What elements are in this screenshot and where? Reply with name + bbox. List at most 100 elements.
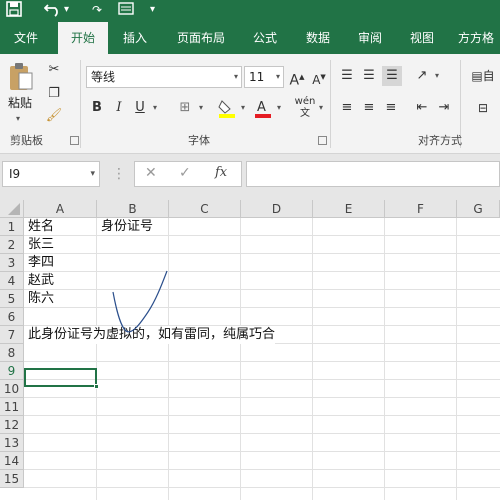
row-header[interactable]: 5 xyxy=(0,290,24,308)
alignment-group-label: 对齐方式 xyxy=(418,134,462,147)
save-icon[interactable] xyxy=(6,1,22,19)
phonetic-dropdown-icon[interactable]: ▾ xyxy=(316,98,326,118)
print-preview-icon[interactable] xyxy=(118,1,134,19)
cell-a3[interactable]: 李四 xyxy=(24,254,54,272)
row-header-selected[interactable]: 9 xyxy=(0,362,24,380)
name-box[interactable]: I9 ▾ xyxy=(2,161,100,187)
paste-dropdown-icon[interactable]: ▾ xyxy=(16,114,20,123)
group-separator xyxy=(330,60,331,148)
insert-function-icon[interactable]: fx xyxy=(215,165,227,180)
row-header[interactable]: 13 xyxy=(0,434,24,452)
row-header[interactable]: 15 xyxy=(0,470,24,488)
tab-page-layout[interactable]: 页面布局 xyxy=(168,22,234,54)
wrap-text-label: 自 xyxy=(482,69,495,83)
phonetic-icon[interactable]: wén 文 xyxy=(294,96,316,120)
font-launcher-icon[interactable] xyxy=(318,136,327,145)
border-icon[interactable]: ⊞ xyxy=(176,98,194,118)
bold-button[interactable]: B xyxy=(88,98,106,118)
cell-a2[interactable]: 张三 xyxy=(24,236,54,254)
align-right-icon[interactable]: ≡ xyxy=(382,98,400,118)
column-header-a[interactable]: A xyxy=(24,200,97,218)
formula-buttons: ✕ ✓ fx xyxy=(134,161,242,187)
merge-center-button[interactable]: ⊟ xyxy=(466,98,500,118)
align-top-icon[interactable]: ☰ xyxy=(338,66,356,86)
formula-value xyxy=(247,167,251,181)
align-left-icon[interactable]: ≡ xyxy=(338,98,356,118)
fill-color-icon[interactable] xyxy=(218,98,236,121)
row-header[interactable]: 12 xyxy=(0,416,24,434)
tab-formulas[interactable]: 公式 xyxy=(244,22,286,54)
font-size-value: 11 xyxy=(249,70,265,84)
tab-insert[interactable]: 插入 xyxy=(112,22,158,54)
column-header-f[interactable]: F xyxy=(385,200,457,218)
spreadsheet-grid[interactable]: A B C D E F G 1 2 3 4 5 6 7 8 9 10 11 12… xyxy=(0,200,500,500)
row-header[interactable]: 1 xyxy=(0,218,24,236)
tab-file[interactable]: 文件 xyxy=(0,22,52,54)
orientation-icon[interactable]: ↗ xyxy=(412,66,432,86)
align-bottom-icon[interactable]: ☰ xyxy=(382,66,402,86)
row-header[interactable]: 10 xyxy=(0,380,24,398)
format-painter-icon[interactable]: 🖌 xyxy=(44,106,64,126)
font-name-value: 等线 xyxy=(91,70,116,84)
decrease-indent-icon[interactable]: ⇤ xyxy=(412,98,432,118)
row-header[interactable]: 11 xyxy=(0,398,24,416)
italic-button[interactable]: I xyxy=(110,98,128,118)
increase-font-label: A xyxy=(289,72,300,89)
redo-icon[interactable]: ↷ xyxy=(92,1,102,19)
cell-b1[interactable]: 身份证号 xyxy=(97,218,153,236)
decrease-font-button[interactable]: A▼ xyxy=(310,67,328,90)
customize-icon[interactable]: ▾ xyxy=(150,1,155,19)
column-header-d[interactable]: D xyxy=(241,200,313,218)
font-name-select[interactable]: 等线 ▾ xyxy=(86,66,242,88)
undo-dropdown-icon[interactable]: ▾ xyxy=(64,1,69,19)
paste-icon[interactable] xyxy=(8,62,34,95)
align-center-icon[interactable]: ≡ xyxy=(360,98,378,118)
font-size-select[interactable]: 11 ▾ xyxy=(244,66,284,88)
tab-review[interactable]: 审阅 xyxy=(348,22,392,54)
chevron-down-icon: ▾ xyxy=(233,72,238,81)
fill-dropdown-icon[interactable]: ▾ xyxy=(238,98,248,118)
orientation-dropdown-icon[interactable]: ▾ xyxy=(432,66,442,86)
increase-font-button[interactable]: A▲ xyxy=(288,67,306,91)
formula-input[interactable] xyxy=(246,161,500,187)
copy-icon[interactable]: ❐ xyxy=(44,84,64,104)
paste-label[interactable]: 粘贴 xyxy=(8,94,32,111)
increase-indent-icon[interactable]: ⇥ xyxy=(434,98,454,118)
cancel-icon[interactable]: ✕ xyxy=(145,165,157,181)
enter-icon[interactable]: ✓ xyxy=(179,165,191,181)
column-header-g[interactable]: G xyxy=(457,200,500,218)
cut-icon[interactable]: ✂ xyxy=(44,60,64,80)
row-header[interactable]: 2 xyxy=(0,236,24,254)
cell-a5[interactable]: 陈六 xyxy=(24,290,54,308)
tab-home[interactable]: 开始 xyxy=(58,22,108,54)
row-header[interactable]: 14 xyxy=(0,452,24,470)
font-color-icon[interactable]: A xyxy=(254,98,272,121)
underline-dropdown-icon[interactable]: ▾ xyxy=(150,98,160,118)
column-header-c[interactable]: C xyxy=(169,200,241,218)
clipboard-launcher-icon[interactable] xyxy=(70,136,79,145)
font-color-dropdown-icon[interactable]: ▾ xyxy=(274,98,284,118)
row-header[interactable]: 4 xyxy=(0,272,24,290)
handwritten-check-mark xyxy=(112,270,168,333)
row-header[interactable]: 3 xyxy=(0,254,24,272)
tab-fangfang[interactable]: 方方格 xyxy=(452,22,500,54)
column-header-e[interactable]: E xyxy=(313,200,385,218)
border-dropdown-icon[interactable]: ▾ xyxy=(196,98,206,118)
underline-button[interactable]: U xyxy=(132,98,148,118)
wrap-text-button[interactable]: ▤自 xyxy=(466,66,500,86)
align-middle-icon[interactable]: ☰ xyxy=(360,66,378,86)
row-header[interactable]: 8 xyxy=(0,344,24,362)
cell-a1[interactable]: 姓名 xyxy=(24,218,54,236)
chevron-down-icon: ▾ xyxy=(90,169,95,179)
row-header[interactable]: 7 xyxy=(0,326,24,344)
cell-a4[interactable]: 赵武 xyxy=(24,272,54,290)
fill-handle[interactable] xyxy=(94,384,99,389)
gridline xyxy=(312,218,313,500)
column-header-b[interactable]: B xyxy=(97,200,169,218)
gridline xyxy=(456,218,457,500)
tab-view[interactable]: 视图 xyxy=(400,22,444,54)
chevron-down-icon: ▾ xyxy=(275,72,280,81)
row-header[interactable]: 6 xyxy=(0,308,24,326)
undo-icon[interactable] xyxy=(43,1,62,19)
tab-data[interactable]: 数据 xyxy=(296,22,340,54)
